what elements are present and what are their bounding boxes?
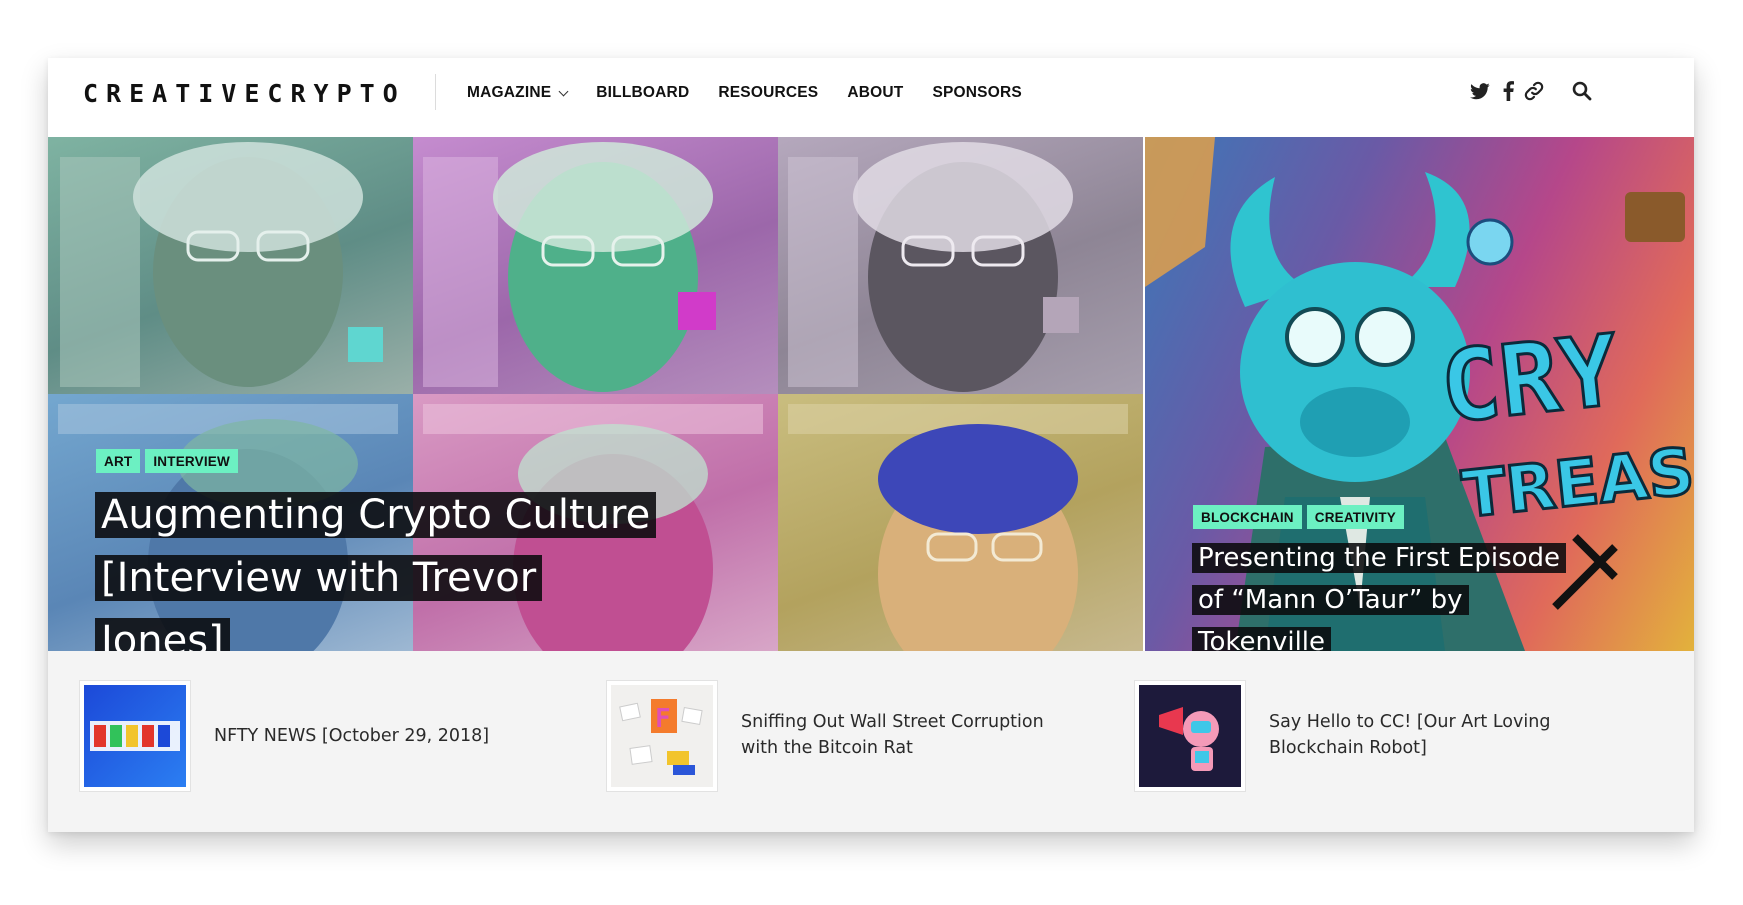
nav-item-label: SPONSORS	[932, 84, 1022, 101]
featured-post-title-text: Augmenting Crypto Culture [Interview wit…	[95, 492, 657, 651]
post-thumbnail[interactable]: F	[607, 681, 717, 791]
post-thumbnail[interactable]	[80, 681, 190, 791]
page-card: CREATIVECRYPTO MAGAZINE BILLBOARD RESOUR…	[48, 58, 1694, 832]
main-nav: MAGAZINE BILLBOARD RESOURCES ABOUT SPONS…	[467, 84, 1022, 102]
recent-post-title[interactable]: Sniffing Out Wall Street Corruption with…	[741, 709, 1071, 761]
site-logo[interactable]: CREATIVECRYPTO	[83, 79, 406, 108]
recent-post[interactable]: F Sniffing Out Wall Street Corruption wi…	[607, 681, 1077, 791]
recent-post-title[interactable]: Say Hello to CC! [Our Art Loving Blockch…	[1269, 709, 1609, 761]
facebook-icon[interactable]	[1498, 76, 1518, 106]
tag-art[interactable]: ART	[96, 449, 141, 473]
recent-post[interactable]: NFTY NEWS [October 29, 2018]	[80, 681, 550, 791]
site-header: CREATIVECRYPTO MAGAZINE BILLBOARD RESOUR…	[48, 58, 1694, 137]
recent-posts: NFTY NEWS [October 29, 2018] F Sniffing …	[48, 651, 1694, 832]
featured-post-title[interactable]: Augmenting Crypto Culture [Interview wit…	[95, 484, 657, 651]
featured-post-title[interactable]: Presenting the First Episode of “Mann O’…	[1192, 537, 1592, 651]
recent-post-title[interactable]: NFTY NEWS [October 29, 2018]	[214, 723, 489, 749]
tag-interview[interactable]: INTERVIEW	[145, 449, 238, 473]
tag-creativity[interactable]: CREATIVITY	[1306, 505, 1405, 529]
search-icon[interactable]	[1569, 76, 1595, 106]
hero-section: ART INTERVIEW Augmenting Crypto Culture …	[48, 137, 1694, 651]
nav-item-resources[interactable]: RESOURCES	[718, 84, 818, 102]
recent-post[interactable]: Say Hello to CC! [Our Art Loving Blockch…	[1135, 681, 1605, 791]
featured-post-right[interactable]: CRY TREAS BLOCKCHAIN CREATIVITY Presenti…	[1145, 137, 1694, 651]
post-thumbnail[interactable]	[1135, 681, 1245, 791]
nav-item-sponsors[interactable]: SPONSORS	[932, 84, 1021, 102]
svg-text:CRY: CRY	[1436, 314, 1624, 446]
nav-item-billboard[interactable]: BILLBOARD	[596, 84, 689, 102]
svg-text:TREAS: TREAS	[1459, 435, 1694, 533]
nav-item-label: RESOURCES	[718, 84, 819, 101]
twitter-icon[interactable]	[1468, 76, 1492, 106]
post-tags: BLOCKCHAIN CREATIVITY	[1193, 505, 1405, 529]
artwork-tile	[48, 137, 413, 397]
artwork-tile	[413, 137, 778, 397]
nav-item-label: BILLBOARD	[596, 84, 690, 101]
nav-item-magazine[interactable]: MAGAZINE	[467, 84, 569, 102]
nav-item-label: MAGAZINE	[467, 84, 552, 101]
tag-blockchain[interactable]: BLOCKCHAIN	[1193, 505, 1302, 529]
chevron-down-icon	[558, 86, 569, 96]
artwork-tile	[778, 394, 1143, 651]
nav-item-label: ABOUT	[847, 84, 904, 101]
featured-post-title-text: Presenting the First Episode of “Mann O’…	[1192, 543, 1567, 651]
nav-item-about[interactable]: ABOUT	[847, 84, 903, 102]
artwork-tile	[778, 137, 1143, 397]
post-tags: ART INTERVIEW	[96, 449, 238, 473]
featured-post-left[interactable]: ART INTERVIEW Augmenting Crypto Culture …	[48, 137, 1144, 651]
link-icon[interactable]	[1520, 76, 1548, 106]
svg-text:F: F	[655, 704, 671, 734]
header-divider	[435, 74, 436, 110]
